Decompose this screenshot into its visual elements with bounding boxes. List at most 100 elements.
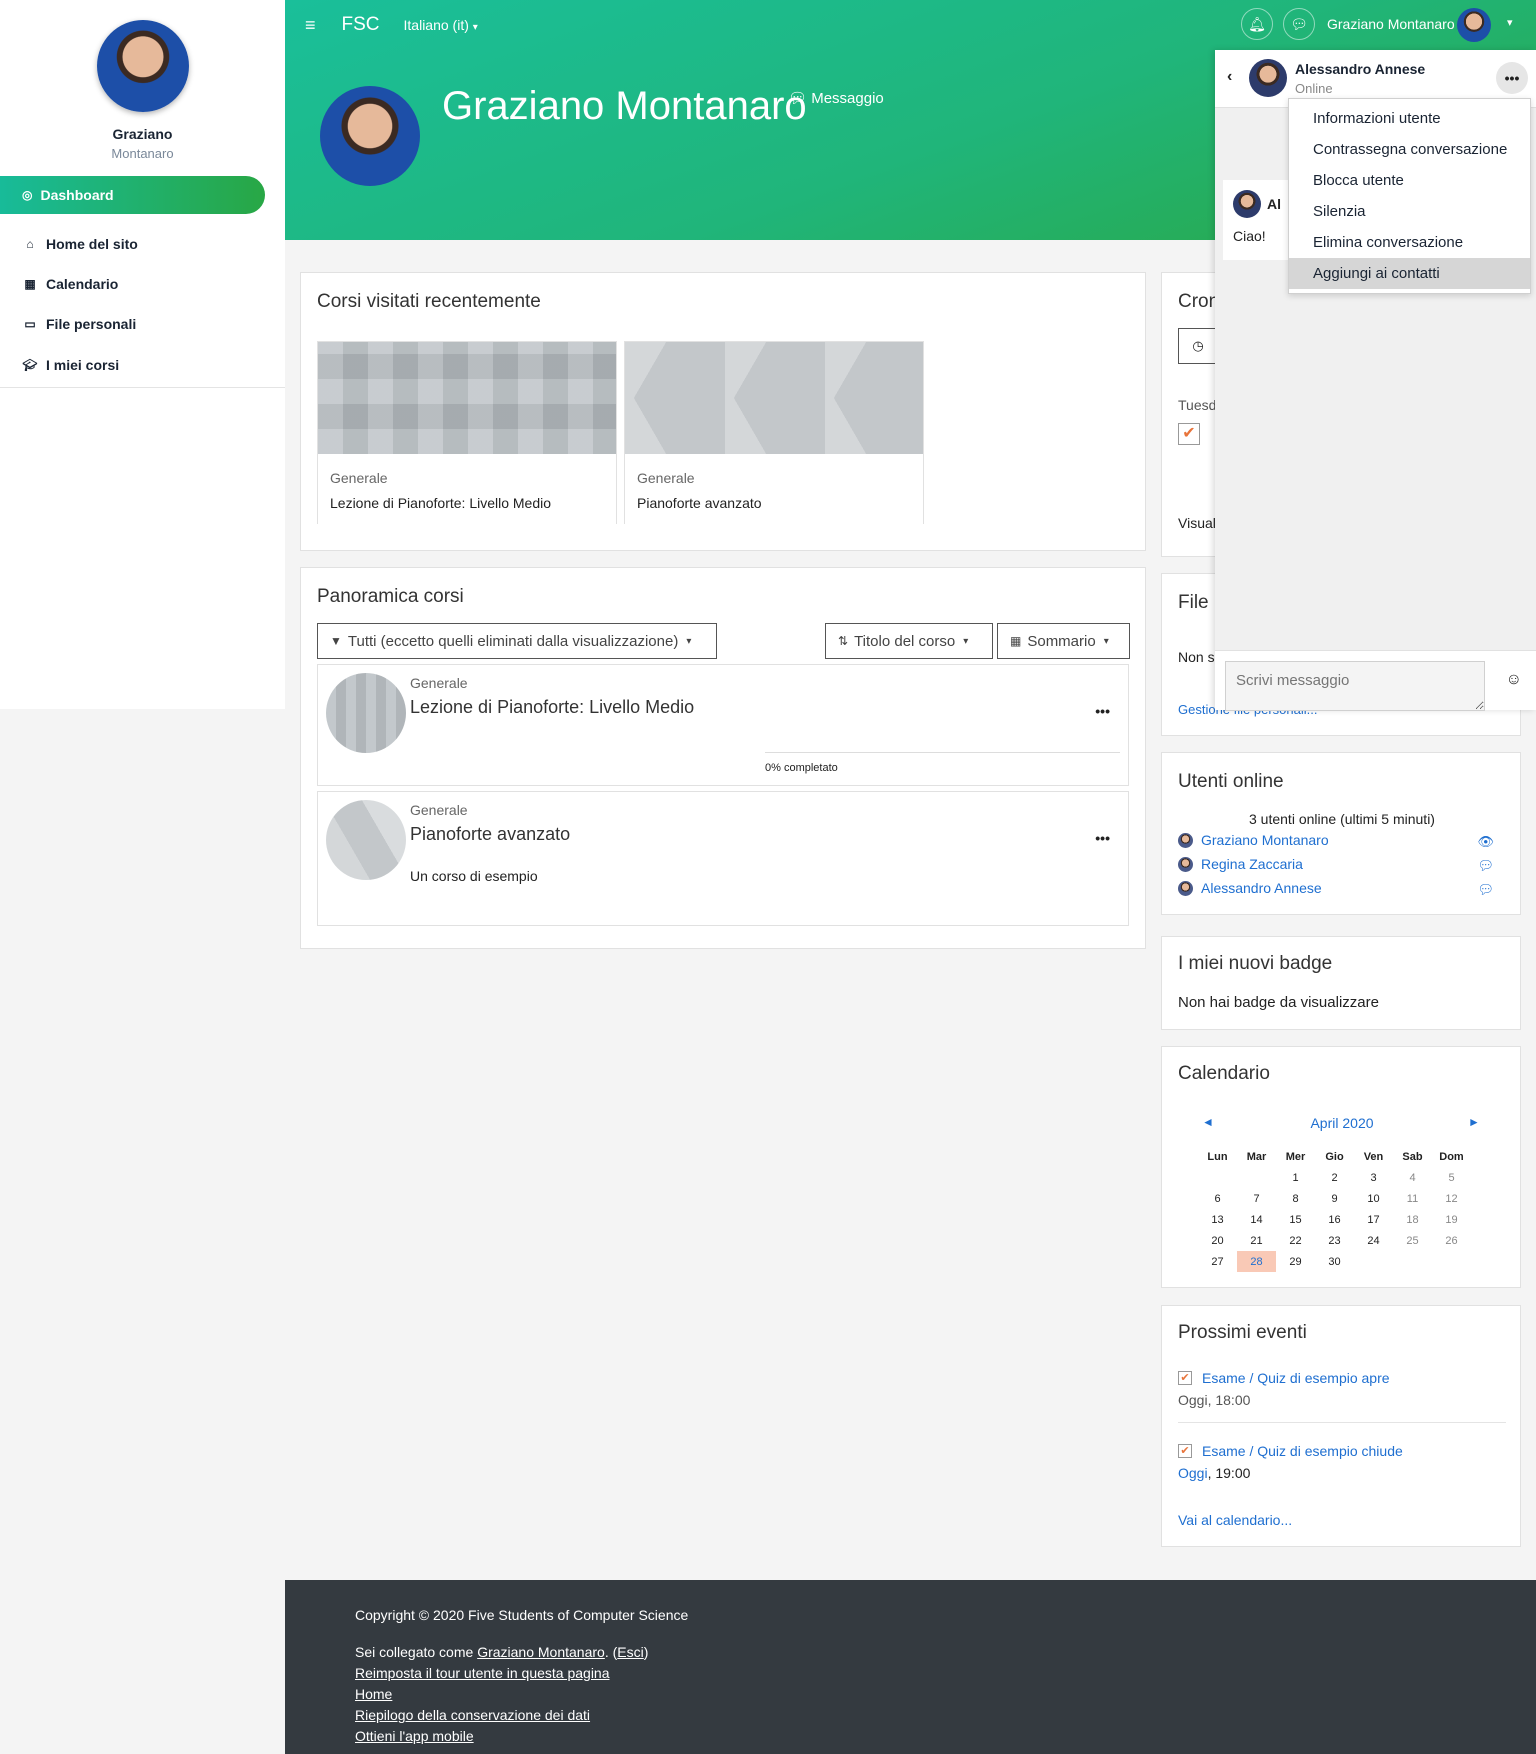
sidebar-item-files[interactable]: ▭ File personali	[22, 316, 136, 332]
menu-icon[interactable]: ≡	[305, 15, 316, 36]
user-menu-name[interactable]: Graziano Montanaro	[1327, 16, 1455, 32]
emoji-icon[interactable]: ☺	[1506, 671, 1522, 689]
back-icon[interactable]: ‹	[1227, 68, 1232, 86]
message-button[interactable]: 💬︎ Messaggio	[788, 89, 884, 107]
graduation-cap-icon: 🎓︎	[22, 358, 38, 372]
calendar-day[interactable]: 22	[1276, 1230, 1315, 1251]
calendar-day[interactable]: 5	[1432, 1167, 1471, 1188]
course-name[interactable]: Pianoforte avanzato	[410, 824, 570, 845]
sidebar-item-calendar[interactable]: ▦ Calendario	[22, 276, 118, 292]
contact-name[interactable]: Alessandro Annese	[1295, 61, 1425, 77]
calendar-day[interactable]: 26	[1432, 1230, 1471, 1251]
calendar-day[interactable]: 16	[1315, 1209, 1354, 1230]
menu-item-add-contact[interactable]: Aggiungi ai contatti	[1289, 258, 1530, 289]
more-icon[interactable]: •••	[1095, 703, 1110, 719]
calendar-day[interactable]: 13	[1198, 1209, 1237, 1230]
goto-calendar-link[interactable]: Vai al calendario...	[1178, 1512, 1292, 1528]
online-user[interactable]: Graziano Montanaro	[1178, 832, 1329, 848]
weekday-label: Ven	[1363, 1151, 1384, 1163]
sidebar: Graziano Montanaro ◎ Dashboard ⌂ Home de…	[0, 0, 285, 709]
filter-dropdown[interactable]: ▼ Tutti (eccetto quelli eliminati dalla …	[317, 623, 717, 659]
user-name[interactable]: Alessandro Annese	[1201, 880, 1322, 896]
calendar-day[interactable]: 25	[1393, 1230, 1432, 1251]
online-user[interactable]: Regina Zaccaria	[1178, 856, 1303, 872]
bell-icon[interactable]: 🔔︎	[1241, 8, 1273, 40]
clock-icon[interactable]: ◷	[1178, 328, 1218, 364]
menu-item-user-info[interactable]: Informazioni utente	[1289, 103, 1530, 134]
sidebar-item-dashboard[interactable]: ◎ Dashboard	[0, 176, 265, 214]
course-card[interactable]: Generale Lezione di Pianoforte: Livello …	[317, 341, 617, 524]
avatar[interactable]	[97, 20, 189, 112]
chat-icon[interactable]: 💬︎	[1477, 858, 1494, 874]
message-input[interactable]	[1225, 661, 1485, 711]
language-menu[interactable]: Italiano (it) ▾	[404, 17, 478, 33]
calendar-day[interactable]: 10	[1354, 1188, 1393, 1209]
calendar-day[interactable]: 12	[1432, 1188, 1471, 1209]
event-name[interactable]: Esame / Quiz di esempio chiude	[1202, 1443, 1403, 1459]
calendar-day[interactable]: 30	[1315, 1251, 1354, 1272]
avatar[interactable]	[1249, 59, 1287, 97]
event-item[interactable]: ✔ Esame / Quiz di esempio apre	[1178, 1370, 1390, 1386]
course-name[interactable]: Pianoforte avanzato	[637, 495, 762, 511]
calendar-day[interactable]: 1	[1276, 1167, 1315, 1188]
calendar-day[interactable]: 23	[1315, 1230, 1354, 1251]
event-item[interactable]: ✔ Esame / Quiz di esempio chiude	[1178, 1443, 1403, 1459]
reset-tour-link[interactable]: Reimposta il tour utente in questa pagin…	[355, 1665, 610, 1681]
online-user[interactable]: Alessandro Annese	[1178, 880, 1322, 896]
calendar-day[interactable]: 29	[1276, 1251, 1315, 1272]
site-brand[interactable]: FSC	[342, 14, 380, 36]
event-name[interactable]: Esame / Quiz di esempio apre	[1202, 1370, 1390, 1386]
user-name[interactable]: Regina Zaccaria	[1201, 856, 1303, 872]
course-image[interactable]	[326, 673, 406, 753]
course-name[interactable]: Lezione di Pianoforte: Livello Medio	[330, 495, 551, 511]
calendar-day[interactable]: 27	[1198, 1251, 1237, 1272]
event-time: Oggi, 19:00	[1178, 1465, 1250, 1481]
calendar-day[interactable]: 3	[1354, 1167, 1393, 1188]
chat-icon[interactable]: 💬︎	[1283, 8, 1315, 40]
calendar-day[interactable]: 21	[1237, 1230, 1276, 1251]
caret-down-icon[interactable]: ▾	[1507, 16, 1513, 29]
menu-item-mute[interactable]: Silenzia	[1289, 196, 1530, 227]
view-dropdown[interactable]: ▦ Sommario ▾	[997, 623, 1130, 659]
next-month-icon[interactable]: ►	[1468, 1115, 1480, 1129]
home-link[interactable]: Home	[355, 1686, 392, 1702]
calendar-day[interactable]: 6	[1198, 1188, 1237, 1209]
calendar-day[interactable]: 7	[1237, 1188, 1276, 1209]
calendar-day[interactable]: 28	[1237, 1251, 1276, 1272]
user-name[interactable]: Graziano Montanaro	[1201, 832, 1329, 848]
sort-dropdown[interactable]: ⇅ Titolo del corso ▾	[825, 623, 993, 659]
sidebar-item-courses[interactable]: 🎓︎ I miei corsi	[22, 357, 119, 373]
course-image[interactable]	[326, 800, 406, 880]
calendar-day[interactable]: 18	[1393, 1209, 1432, 1230]
more-icon[interactable]: •••	[1095, 830, 1110, 846]
course-name[interactable]: Lezione di Pianoforte: Livello Medio	[410, 697, 694, 718]
calendar-day[interactable]: 2	[1315, 1167, 1354, 1188]
calendar-day[interactable]: 24	[1354, 1230, 1393, 1251]
sidebar-item-home[interactable]: ⌂ Home del sito	[22, 236, 137, 252]
calendar-day[interactable]: 15	[1276, 1209, 1315, 1230]
chat-icon[interactable]: 💬︎	[1477, 882, 1494, 898]
calendar-day[interactable]: 11	[1393, 1188, 1432, 1209]
mobile-app-link[interactable]: Ottieni l'app mobile	[355, 1728, 474, 1744]
calendar-week: 6 7 8 9 10 11 12	[1198, 1188, 1471, 1209]
menu-item-star-conversation[interactable]: Contrassegna conversazione	[1289, 134, 1530, 165]
menu-item-delete-conversation[interactable]: Elimina conversazione	[1289, 227, 1530, 258]
profile-link[interactable]: Graziano Montanaro	[477, 1644, 605, 1660]
event-time-link[interactable]: Oggi	[1178, 1465, 1208, 1481]
avatar[interactable]	[1457, 8, 1491, 42]
data-retention-link[interactable]: Riepilogo della conservazione dei dati	[355, 1707, 590, 1723]
calendar-day[interactable]: 9	[1315, 1188, 1354, 1209]
course-card[interactable]: Generale Pianoforte avanzato	[624, 341, 924, 524]
calendar-day[interactable]: 4	[1393, 1167, 1432, 1188]
menu-item-block-user[interactable]: Blocca utente	[1289, 165, 1530, 196]
calendar-day[interactable]: 19	[1432, 1209, 1471, 1230]
block-title: Utenti online	[1178, 771, 1284, 792]
calendar-day[interactable]: 8	[1276, 1188, 1315, 1209]
calendar-day[interactable]: 14	[1237, 1209, 1276, 1230]
calendar-day[interactable]: 20	[1198, 1230, 1237, 1251]
timeline-link[interactable]: Visual	[1178, 515, 1216, 531]
calendar-day[interactable]: 17	[1354, 1209, 1393, 1230]
sidebar-user-lastname: Montanaro	[111, 146, 174, 161]
more-icon[interactable]: •••	[1496, 62, 1528, 94]
logout-link[interactable]: Esci	[617, 1644, 643, 1660]
